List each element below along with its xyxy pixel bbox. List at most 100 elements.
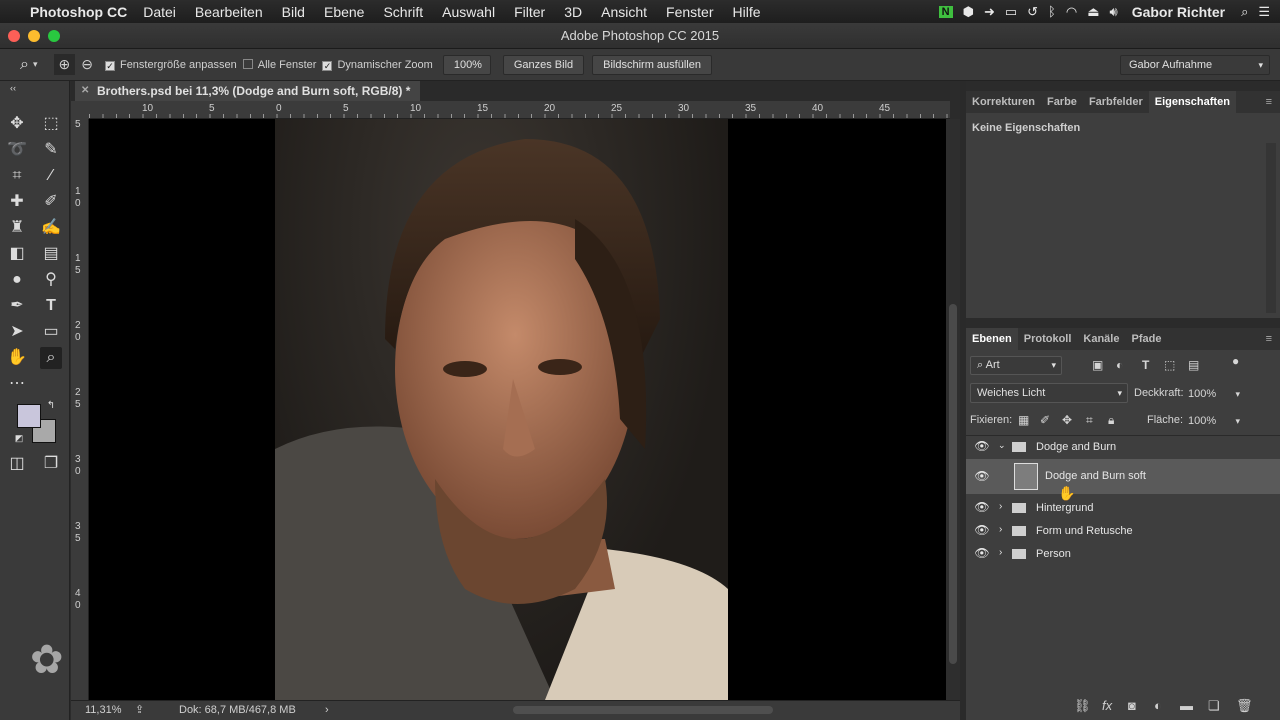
rectangle-tool-icon[interactable]: ▭: [40, 321, 62, 343]
new-adjustment-layer-icon[interactable]: ◐: [1154, 698, 1162, 713]
eyedropper-tool-icon[interactable]: ⁄: [40, 165, 62, 187]
eye-icon[interactable]: 👁︎: [974, 546, 990, 560]
zoom-window-button[interactable]: [48, 30, 60, 42]
minimize-window-button[interactable]: [28, 30, 40, 42]
vertical-scrollbar[interactable]: [946, 119, 960, 700]
list-icon[interactable]: ☰: [1258, 4, 1270, 20]
menu-bild[interactable]: Bild: [282, 4, 305, 20]
menu-fenster[interactable]: Fenster: [666, 4, 713, 20]
move-tool-icon[interactable]: ✥: [6, 113, 28, 135]
collapse-toolbar-icon[interactable]: ‹‹: [2, 83, 24, 93]
share-icon[interactable]: ⇪: [135, 703, 144, 716]
dodge-tool-icon[interactable]: ⚲: [40, 269, 62, 291]
fit-window-checkbox[interactable]: ✓ Fenstergröße anpassen: [104, 59, 237, 71]
type-tool-icon[interactable]: T: [40, 295, 62, 317]
tab-ebenen[interactable]: Ebenen: [966, 328, 1018, 350]
lock-transparency-icon[interactable]: ▦: [1018, 413, 1029, 427]
tab-farbe[interactable]: Farbe: [1041, 96, 1083, 108]
menu-hilfe[interactable]: Hilfe: [733, 4, 761, 20]
layer-row-form-und-retusche[interactable]: 👁︎ › Form und Retusche: [966, 520, 1280, 543]
eye-icon[interactable]: 👁︎: [974, 469, 990, 483]
wifi-icon[interactable]: ◠: [1066, 4, 1077, 20]
horizontal-ruler[interactable]: 10 5 0 5 10 15 20 25 30 35 40 45: [89, 101, 950, 119]
pen-tool-icon[interactable]: ✒: [6, 295, 28, 317]
app-menu[interactable]: Photoshop CC: [30, 4, 127, 20]
document-tab[interactable]: ✕ Brothers.psd bei 11,3% (Dodge and Burn…: [75, 81, 421, 101]
document-canvas[interactable]: [89, 119, 946, 700]
workspace-select[interactable]: Gabor Aufnahme ▾: [1120, 54, 1270, 75]
filter-type-icon[interactable]: T: [1142, 358, 1149, 372]
zoom-tool-preset-icon[interactable]: ⌕: [20, 56, 29, 74]
filter-smart-object-icon[interactable]: ▤: [1188, 358, 1199, 372]
add-mask-icon[interactable]: ◙: [1128, 698, 1136, 713]
lock-image-icon[interactable]: ✐: [1040, 413, 1050, 427]
path-selection-tool-icon[interactable]: ➤: [6, 321, 28, 343]
close-tab-icon[interactable]: ✕: [81, 81, 89, 101]
tab-korrekturen[interactable]: Korrekturen: [966, 96, 1041, 108]
hand-tool-icon[interactable]: ✋: [6, 347, 28, 369]
panel-menu-icon[interactable]: ≡: [1260, 333, 1280, 345]
chevron-down-icon[interactable]: ▾: [33, 59, 38, 70]
layer-filter-select[interactable]: ⌕ Art ▾: [970, 356, 1062, 375]
fill-input[interactable]: 100% ▾: [1188, 412, 1244, 430]
screen-mode-icon[interactable]: ❐: [40, 453, 62, 475]
quick-mask-icon[interactable]: ◫: [6, 453, 28, 475]
all-windows-checkbox[interactable]: Alle Fenster: [242, 58, 316, 71]
lock-position-icon[interactable]: ✥: [1062, 413, 1072, 427]
menu-auswahl[interactable]: Auswahl: [442, 4, 495, 20]
menu-datei[interactable]: Datei: [143, 4, 176, 20]
search-icon[interactable]: ⌕: [1241, 4, 1248, 20]
zoom-in-icon[interactable]: ⊕: [53, 54, 76, 75]
forward-icon[interactable]: ➜: [984, 4, 995, 20]
app-status-icon[interactable]: N: [938, 5, 953, 18]
filter-shape-icon[interactable]: ⬚: [1164, 358, 1175, 372]
scrollbar-thumb[interactable]: [513, 706, 773, 714]
trash-icon[interactable]: 🗑︎: [1236, 698, 1253, 714]
blur-tool-icon[interactable]: ●: [6, 269, 28, 291]
volume-icon[interactable]: 🔊︎: [1110, 4, 1118, 20]
user-name[interactable]: Gabor Richter: [1132, 4, 1225, 20]
battery-display-icon[interactable]: ▭: [1005, 4, 1017, 20]
menu-filter[interactable]: Filter: [514, 4, 545, 20]
more-tools-icon[interactable]: ⋯: [6, 373, 28, 395]
layer-row-dodge-and-burn-soft[interactable]: 👁︎ Dodge and Burn soft ✋: [966, 459, 1280, 501]
time-machine-icon[interactable]: ↺: [1027, 4, 1038, 20]
fit-screen-button[interactable]: Ganzes Bild: [502, 54, 585, 75]
zoom-level[interactable]: 11,31%: [85, 704, 122, 716]
status-menu-arrow-icon[interactable]: ›: [325, 704, 329, 716]
layer-row-dodge-and-burn[interactable]: 👁︎ ⌄ Dodge and Burn: [966, 436, 1280, 459]
horizontal-scrollbar[interactable]: [341, 704, 941, 716]
filter-adjustment-icon[interactable]: ◐: [1116, 358, 1123, 372]
marquee-tool-icon[interactable]: ⬚: [40, 113, 62, 135]
zoom-100-button[interactable]: 100%: [442, 54, 491, 75]
tab-kanaele[interactable]: Kanäle: [1077, 333, 1125, 345]
fill-screen-button[interactable]: Bildschirm ausfüllen: [592, 54, 712, 75]
chevron-right-icon[interactable]: ›: [999, 524, 1002, 535]
default-colors-icon[interactable]: ◩: [12, 431, 26, 445]
vertical-ruler[interactable]: 5 1 0 1 5 2 0 2 5 3 0 3 5 4 0: [71, 119, 89, 700]
panel-menu-icon[interactable]: ≡: [1260, 96, 1280, 108]
zoom-tool-icon[interactable]: ⌕: [40, 347, 62, 369]
close-window-button[interactable]: [8, 30, 20, 42]
layer-row-hintergrund[interactable]: 👁︎ › Hintergrund: [966, 497, 1280, 520]
eject-icon[interactable]: ⏏: [1087, 4, 1099, 20]
brush-tool-icon[interactable]: ✐: [40, 191, 62, 213]
lock-all-icon[interactable]: 🔒︎: [1108, 413, 1114, 428]
tab-eigenschaften[interactable]: Eigenschaften: [1148, 91, 1236, 113]
crop-tool-icon[interactable]: ⌗: [6, 165, 28, 187]
healing-brush-tool-icon[interactable]: ✚: [6, 191, 28, 213]
zoom-out-icon[interactable]: ⊖: [81, 56, 93, 73]
eye-icon[interactable]: 👁︎: [974, 439, 990, 453]
menu-schrift[interactable]: Schrift: [383, 4, 423, 20]
quick-selection-tool-icon[interactable]: ✎: [40, 139, 62, 161]
tab-pfade[interactable]: Pfade: [1125, 333, 1167, 345]
tab-protokoll[interactable]: Protokoll: [1018, 333, 1078, 345]
eye-icon[interactable]: 👁︎: [974, 523, 990, 537]
blend-mode-select[interactable]: Weiches Licht ▾: [970, 383, 1128, 403]
clone-stamp-tool-icon[interactable]: ♜: [6, 217, 28, 239]
ruler-origin[interactable]: [71, 101, 89, 119]
menu-bearbeiten[interactable]: Bearbeiten: [195, 4, 263, 20]
eraser-tool-icon[interactable]: ◧: [6, 243, 28, 265]
fx-icon[interactable]: fx: [1102, 698, 1112, 713]
chevron-right-icon[interactable]: ›: [999, 547, 1002, 558]
